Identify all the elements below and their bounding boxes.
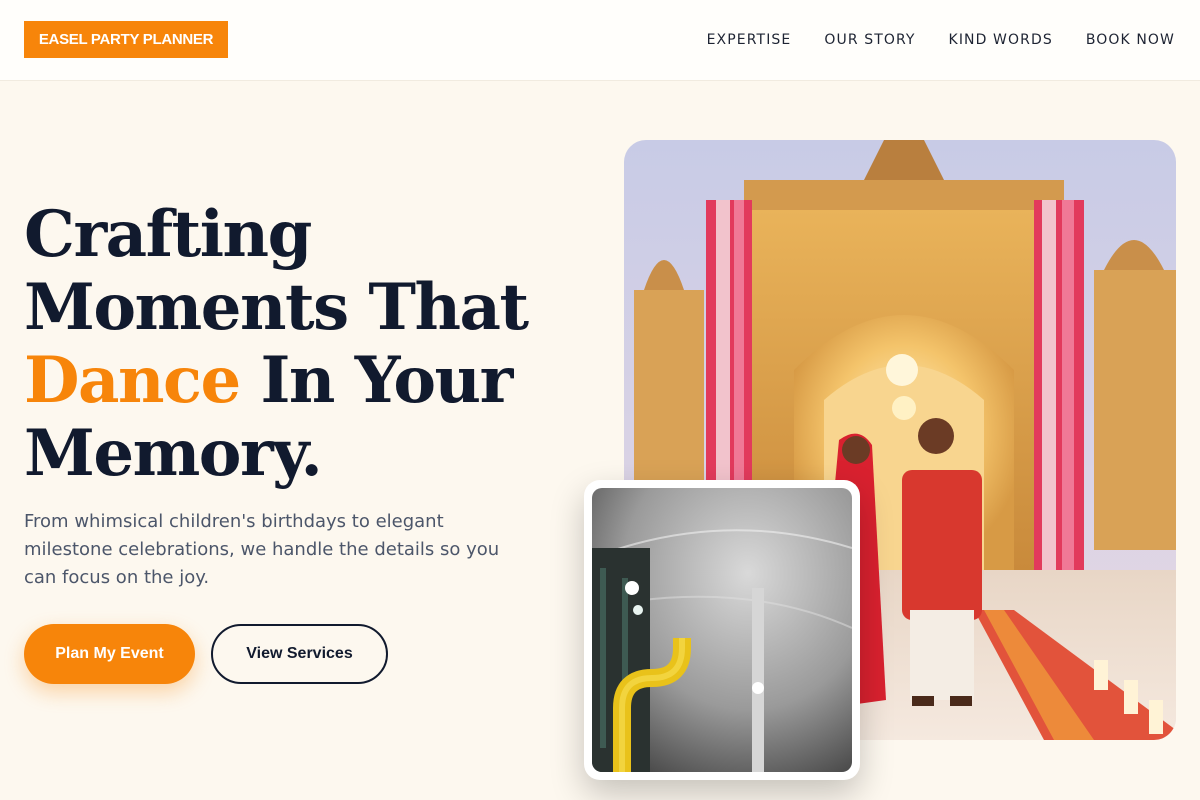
hero-title: Crafting Moments That Dance In Your Memo… [24,198,584,490]
hero-subtitle: From whimsical children's birthdays to e… [24,511,500,588]
nav-link-book-now[interactable]: BOOK NOW [1086,30,1175,50]
hero-title-line-2: Moments That [24,270,529,345]
hero-inset-photo [592,488,852,772]
hero-title-line-1: Crafting [24,197,312,272]
hero-inset-photo-card [584,480,860,780]
site-header: EASEL PARTY PLANNER EXPERTISE OUR STORY … [0,0,1200,81]
nav-link-kind-words[interactable]: KIND WORDS [949,30,1053,50]
main-nav: EXPERTISE OUR STORY KIND WORDS BOOK NOW [707,30,1175,50]
hero-title-line-4: Memory. [24,416,323,491]
plan-my-event-button[interactable]: Plan My Event [24,624,195,684]
brand-logo[interactable]: EASEL PARTY PLANNER [24,21,228,58]
nav-link-expertise[interactable]: EXPERTISE [707,30,792,50]
nav-link-our-story[interactable]: OUR STORY [824,30,915,50]
view-services-button[interactable]: View Services [211,624,388,684]
hero-title-line-3: In Your [239,343,513,418]
event-tent-illustration [592,488,852,772]
hero-title-accent-word: Dance [24,343,241,418]
